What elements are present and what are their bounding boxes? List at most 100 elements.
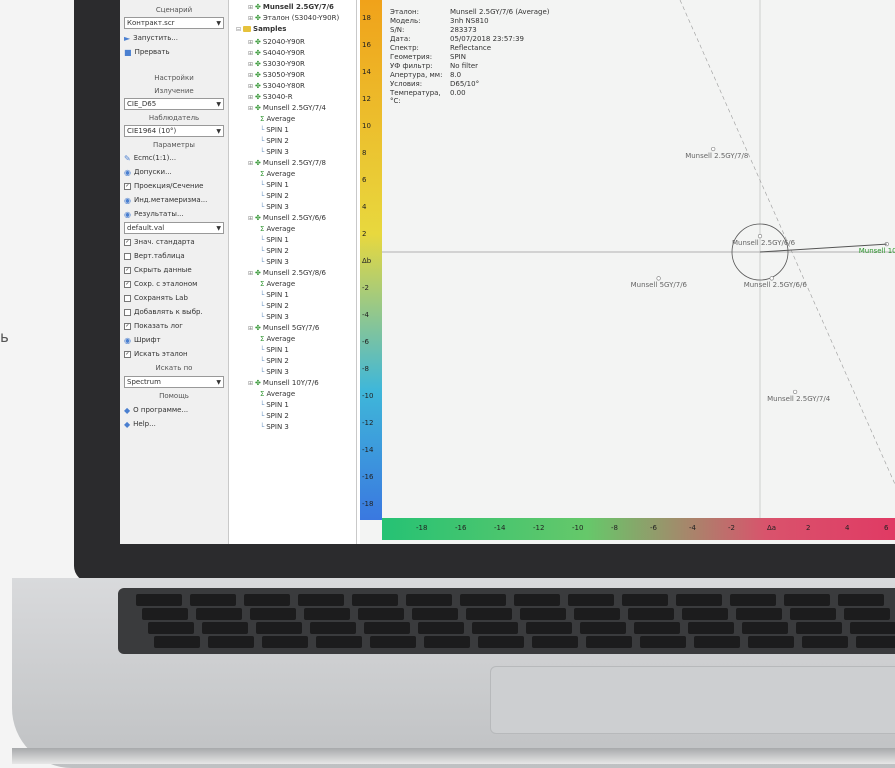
tree-item[interactable]: Σ Average <box>260 224 295 234</box>
expand-icon[interactable]: ⊞ <box>248 72 253 79</box>
option-checkbox[interactable]: ✓ Знач. стандарта <box>124 236 224 248</box>
dropdown-select[interactable]: default.val ▼ <box>124 222 224 234</box>
action-button[interactable]: ◉ Шрифт <box>124 334 224 346</box>
tree-item[interactable]: Σ Average <box>260 389 295 399</box>
action-button[interactable]: ◆ О программе... <box>124 404 224 416</box>
tree-item[interactable]: Σ Average <box>260 279 295 289</box>
section-label: Излучение <box>124 85 224 97</box>
tree-item[interactable]: └ SPIN 3 <box>260 312 289 322</box>
tree-item[interactable]: └ SPIN 1 <box>260 400 289 410</box>
collapse-icon[interactable]: ⊟ <box>236 26 241 33</box>
action-button[interactable]: ■ Прервать <box>124 46 224 58</box>
option-checkbox[interactable]: Добавлять к выбр. <box>124 306 224 318</box>
tree-item[interactable]: └ SPIN 3 <box>260 422 289 432</box>
action-button[interactable]: ◉ Допуски... <box>124 166 224 178</box>
option-checkbox[interactable]: ✓ Проекция/Сечение <box>124 180 224 192</box>
checkbox-icon[interactable] <box>124 252 131 260</box>
action-button[interactable]: ◆ Help... <box>124 418 224 430</box>
tree-item[interactable]: └ SPIN 1 <box>260 180 289 190</box>
tree-item[interactable]: ⊞ ✤ Munsell 2.5GY/8/6 <box>248 268 326 278</box>
dropdown-select[interactable]: CIE1964 (10°) ▼ <box>124 125 224 137</box>
option-checkbox[interactable]: ✓ Искать эталон <box>124 348 224 360</box>
tree-item[interactable]: ⊞ ✤ S3050-Y90R <box>248 70 305 80</box>
screen: Сценарий Контракт.scr ▼ ► Запустить... ■ Прерв… <box>120 0 895 544</box>
tree-item[interactable]: └ SPIN 2 <box>260 136 289 146</box>
tree-item[interactable]: └ SPIN 3 <box>260 202 289 212</box>
action-button[interactable]: ◉ Результаты... <box>124 208 224 220</box>
keyboard-key <box>370 636 416 648</box>
expand-icon[interactable]: ⊞ <box>248 15 253 22</box>
tree-item[interactable]: Σ Average <box>260 169 295 179</box>
section-label-text: Наблюдатель <box>148 114 200 122</box>
expand-icon[interactable]: ⊞ <box>248 160 253 167</box>
checkbox-icon[interactable]: ✓ <box>124 266 131 274</box>
expand-icon[interactable]: ⊞ <box>248 50 253 57</box>
tree-item[interactable]: └ SPIN 2 <box>260 356 289 366</box>
tree-item[interactable]: ⊞ ✤ Эталон (S3040-Y90R) <box>248 13 339 23</box>
dropdown-select[interactable]: CIE_D65 ▼ <box>124 98 224 110</box>
checkbox-icon[interactable] <box>124 308 131 316</box>
action-label: Прервать <box>134 48 170 56</box>
expand-icon[interactable]: ⊞ <box>248 380 253 387</box>
action-button[interactable]: ◉ Инд.метамеризма... <box>124 194 224 206</box>
expand-icon[interactable]: ⊞ <box>248 39 253 46</box>
checkbox-icon[interactable]: ✓ <box>124 350 131 358</box>
expand-icon[interactable]: ⊞ <box>248 215 253 222</box>
tree-item-label: S3030-Y90R <box>262 60 305 68</box>
action-button[interactable]: ✎ Ecmc(1:1)... <box>124 152 224 164</box>
dropdown-select[interactable]: Контракт.scr ▼ <box>124 17 224 29</box>
tree-item[interactable]: └ SPIN 1 <box>260 235 289 245</box>
action-button[interactable]: ► Запустить... <box>124 32 224 44</box>
y-tick-label: 14 <box>362 68 371 76</box>
tree-item[interactable]: Σ Average <box>260 114 295 124</box>
checkbox-icon[interactable]: ✓ <box>124 280 131 288</box>
tree-item[interactable]: └ SPIN 2 <box>260 246 289 256</box>
tree-item[interactable]: ⊞ ✤ Munsell 2.5GY/6/6 <box>248 213 326 223</box>
tree-item[interactable]: └ SPIN 1 <box>260 125 289 135</box>
checkbox-icon[interactable] <box>124 294 131 302</box>
section-label: Наблюдатель <box>124 112 224 124</box>
tree-item-label: SPIN 3 <box>266 203 289 211</box>
checkbox-icon[interactable]: ✓ <box>124 182 131 190</box>
expand-icon[interactable]: ⊞ <box>248 83 253 90</box>
tree-item[interactable]: └ SPIN 2 <box>260 411 289 421</box>
expand-icon[interactable]: ⊞ <box>248 270 253 277</box>
tree-item[interactable]: └ SPIN 3 <box>260 147 289 157</box>
tree-item[interactable]: ⊞ ✤ S3030-Y90R <box>248 59 305 69</box>
option-checkbox[interactable]: ✓ Скрыть данные <box>124 264 224 276</box>
circle-icon: ◉ <box>124 335 131 345</box>
tree-item[interactable]: └ SPIN 1 <box>260 345 289 355</box>
tree-item[interactable]: └ SPIN 2 <box>260 191 289 201</box>
x-tick-label: -14 <box>494 524 506 532</box>
option-checkbox[interactable]: ✓ Сохр. с эталоном <box>124 278 224 290</box>
tree-item[interactable]: └ SPIN 2 <box>260 301 289 311</box>
checkbox-icon[interactable]: ✓ <box>124 322 131 330</box>
expand-icon[interactable]: ⊞ <box>248 94 253 101</box>
tree-item[interactable]: ⊞ ✤ S2040-Y90R <box>248 37 305 47</box>
tree-item[interactable]: ⊞ ✤ Munsell 5GY/7/6 <box>248 323 319 333</box>
tree-item[interactable]: Σ Average <box>260 334 295 344</box>
tree-item[interactable]: ⊞ ✤ S3040-Y80R <box>248 81 305 91</box>
expand-icon[interactable]: ⊞ <box>248 4 253 11</box>
tree-item[interactable]: ⊞ ✤ Munsell 10Y/7/6 <box>248 378 319 388</box>
expand-icon[interactable]: ⊞ <box>248 61 253 68</box>
tree-item[interactable]: ⊞ ✤ Munsell 2.5GY/7/8 <box>248 158 326 168</box>
tree-item[interactable]: ⊟ Samples <box>236 24 286 34</box>
tree-item[interactable]: └ SPIN 3 <box>260 257 289 267</box>
tree-item[interactable]: ⊞ ✤ S3040-R <box>248 92 293 102</box>
expand-icon[interactable]: ⊞ <box>248 325 253 332</box>
dropdown-select[interactable]: Spectrum ▼ <box>124 376 224 388</box>
y-tick-label: -10 <box>362 392 374 400</box>
option-checkbox[interactable]: Верт.таблица <box>124 250 224 262</box>
spin-icon: └ <box>260 203 265 211</box>
tree-item[interactable]: └ SPIN 1 <box>260 290 289 300</box>
tree-item[interactable]: └ SPIN 3 <box>260 367 289 377</box>
option-checkbox[interactable]: ✓ Показать лог <box>124 320 224 332</box>
option-checkbox[interactable]: Сохранять Lab <box>124 292 224 304</box>
expand-icon[interactable]: ⊞ <box>248 105 253 112</box>
point-label: Munsell 2.5GY/6/6 <box>732 239 796 248</box>
tree-item[interactable]: ⊞ ✤ Munsell 2.5GY/7/4 <box>248 103 326 113</box>
tree-item[interactable]: ⊞ ✤ S4040-Y90R <box>248 48 305 58</box>
tree-item[interactable]: ⊞ ✤ Munsell 2.5GY/7/6 <box>248 2 334 12</box>
checkbox-icon[interactable]: ✓ <box>124 238 131 246</box>
